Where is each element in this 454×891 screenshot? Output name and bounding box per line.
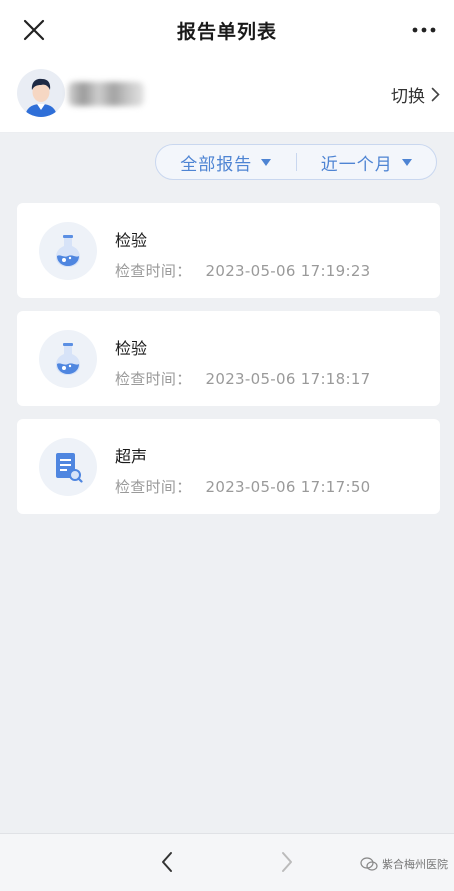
report-type-label: 全部报告 [180, 154, 253, 175]
report-time-label: 检查时间： [115, 370, 192, 388]
report-name: 检验 [115, 231, 148, 250]
switch-user-button[interactable]: 切换 [391, 82, 440, 107]
watermark: 紫合梅州医院 [360, 856, 448, 872]
report-name: 超声 [115, 447, 148, 466]
report-card[interactable]: 超声 检查时间： 2023-05-06 17:17:50 [17, 419, 440, 514]
more-icon[interactable] [412, 22, 436, 38]
forward-arrow-icon[interactable] [280, 851, 294, 873]
report-icon-circle [39, 438, 97, 496]
avatar [17, 69, 65, 117]
report-time: 检查时间： 2023-05-06 17:18:17 [115, 368, 371, 389]
dropdown-arrow-icon [261, 158, 272, 166]
flask-icon [56, 235, 80, 267]
user-row: 切换 [0, 60, 454, 133]
watermark-text: 紫合梅州医院 [382, 858, 448, 871]
switch-label: 切换 [391, 87, 425, 107]
report-card[interactable]: 检验 检查时间： 2023-05-06 17:18:17 [17, 311, 440, 406]
report-time-label: 检查时间： [115, 262, 192, 280]
report-icon-circle [39, 330, 97, 388]
user-avatar-icon [25, 78, 57, 117]
report-time-value: 2023-05-06 17:17:50 [205, 478, 371, 496]
user-name-blurred [68, 82, 144, 106]
report-time: 检查时间： 2023-05-06 17:17:50 [115, 476, 371, 497]
report-time: 检查时间： 2023-05-06 17:19:23 [115, 260, 371, 281]
report-time-value: 2023-05-06 17:18:17 [205, 370, 371, 388]
time-period-label: 近一个月 [320, 154, 393, 175]
wechat-icon [360, 857, 378, 871]
page-title: 报告单列表 [176, 21, 277, 43]
filter-bar: 全部报告 近一个月 [155, 144, 437, 180]
report-time-value: 2023-05-06 17:19:23 [205, 262, 371, 280]
chevron-right-icon [431, 87, 440, 102]
report-card[interactable]: 检验 检查时间： 2023-05-06 17:19:23 [17, 203, 440, 298]
time-period-filter[interactable]: 近一个月 [297, 150, 437, 175]
nav-bar: 报告单列表 [0, 0, 454, 60]
bottom-toolbar: 紫合梅州医院 [0, 833, 454, 891]
document-search-icon [56, 453, 83, 483]
report-time-label: 检查时间： [115, 478, 192, 496]
dropdown-arrow-icon [401, 158, 412, 166]
back-arrow-icon[interactable] [160, 851, 174, 873]
report-name: 检验 [115, 339, 148, 358]
report-icon-circle [39, 222, 97, 280]
flask-icon [56, 343, 80, 375]
report-type-filter[interactable]: 全部报告 [156, 150, 296, 175]
